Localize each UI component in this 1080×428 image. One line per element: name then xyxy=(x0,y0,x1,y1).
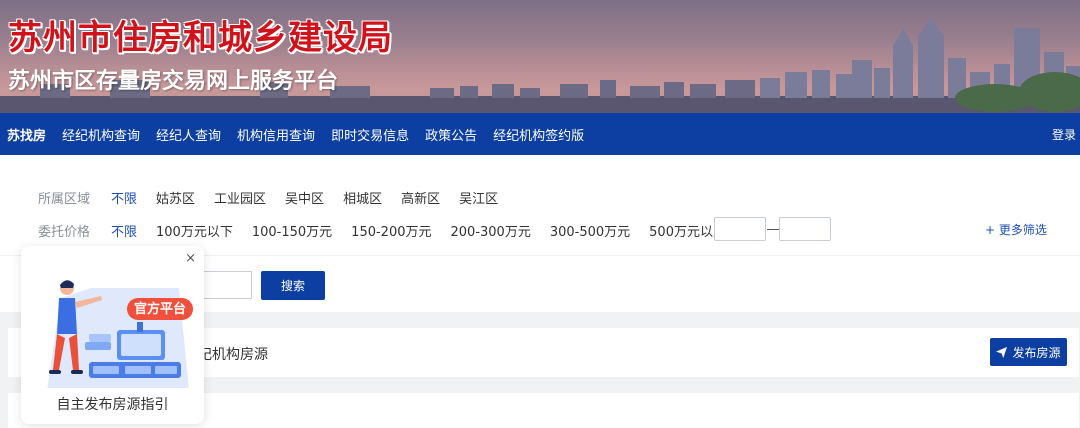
paper-plane-icon xyxy=(996,346,1008,358)
region-label: 所属区域 xyxy=(38,191,91,207)
region-option-gusu[interactable]: 姑苏区 xyxy=(156,188,195,207)
header-banner: 苏州市住房和城乡建设局 苏州市区存量房交易网上服务平台 xyxy=(0,0,1080,113)
price-max-input[interactable] xyxy=(779,217,831,241)
region-option-sip[interactable]: 工业园区 xyxy=(214,188,266,207)
nav-item-credit-query[interactable]: 机构信用查询 xyxy=(229,125,323,144)
login-link[interactable]: 登录 xyxy=(1052,126,1076,143)
price-option-150-200[interactable]: 150-200万元 xyxy=(351,221,431,240)
nav-item-realtime-info[interactable]: 即时交易信息 xyxy=(323,125,417,144)
search-input[interactable] xyxy=(200,271,252,299)
guide-illustration: 官方平台 xyxy=(47,280,193,388)
price-option-100-150[interactable]: 100-150万元 xyxy=(252,221,332,240)
region-option-all[interactable]: 不限 xyxy=(111,188,137,207)
publish-guide-popup[interactable]: × 官方平台 自主发布房源指引 xyxy=(21,246,204,424)
more-filters-link[interactable]: + 更多筛选 xyxy=(985,221,1047,238)
publish-listing-button[interactable]: 发布房源 xyxy=(990,338,1067,366)
guide-caption[interactable]: 自主发布房源指引 xyxy=(21,394,204,414)
nav-item-agent-query[interactable]: 经纪人查询 xyxy=(148,125,229,144)
nav-item-find-house[interactable]: 苏找房 xyxy=(0,125,54,144)
publish-listing-label: 发布房源 xyxy=(1012,345,1061,360)
section-heading: 纪机构房源 xyxy=(198,347,268,363)
region-option-gaoxin[interactable]: 高新区 xyxy=(401,188,440,207)
main-nav: 苏找房 经纪机构查询 经纪人查询 机构信用查询 即时交易信息 政策公告 经纪机构… xyxy=(0,113,1080,155)
price-option-200-300[interactable]: 200-300万元 xyxy=(451,221,531,240)
region-filter: 所属区域 不限 姑苏区 工业园区 吴中区 相城区 高新区 吴江区 xyxy=(38,187,517,207)
region-option-wuzhong[interactable]: 吴中区 xyxy=(285,188,324,207)
price-option-under-100[interactable]: 100万元以下 xyxy=(156,221,233,240)
site-subtitle: 苏州市区存量房交易网上服务平台 xyxy=(8,69,339,94)
search-button[interactable]: 搜索 xyxy=(261,271,325,300)
nav-item-policy[interactable]: 政策公告 xyxy=(417,125,485,144)
region-option-wujiang[interactable]: 吴江区 xyxy=(459,188,498,207)
site-title: 苏州市住房和城乡建设局 xyxy=(8,18,393,58)
nav-item-agency-signing[interactable]: 经纪机构签约版 xyxy=(485,125,592,144)
price-min-input[interactable] xyxy=(714,217,766,241)
price-option-300-500[interactable]: 300-500万元 xyxy=(550,221,630,240)
official-platform-badge: 官方平台 xyxy=(134,301,186,317)
price-label: 委托价格 xyxy=(38,224,91,240)
price-filter: 委托价格 不限 100万元以下 100-150万元 150-200万元 200-… xyxy=(38,220,745,240)
price-option-all[interactable]: 不限 xyxy=(111,221,137,240)
filter-panel: 所属区域 不限 姑苏区 工业园区 吴中区 相城区 高新区 吴江区 委托价格 不限… xyxy=(0,155,1080,255)
nav-item-agency-query[interactable]: 经纪机构查询 xyxy=(54,125,148,144)
region-option-xiangcheng[interactable]: 相城区 xyxy=(343,188,382,207)
price-range-dash xyxy=(767,229,779,230)
